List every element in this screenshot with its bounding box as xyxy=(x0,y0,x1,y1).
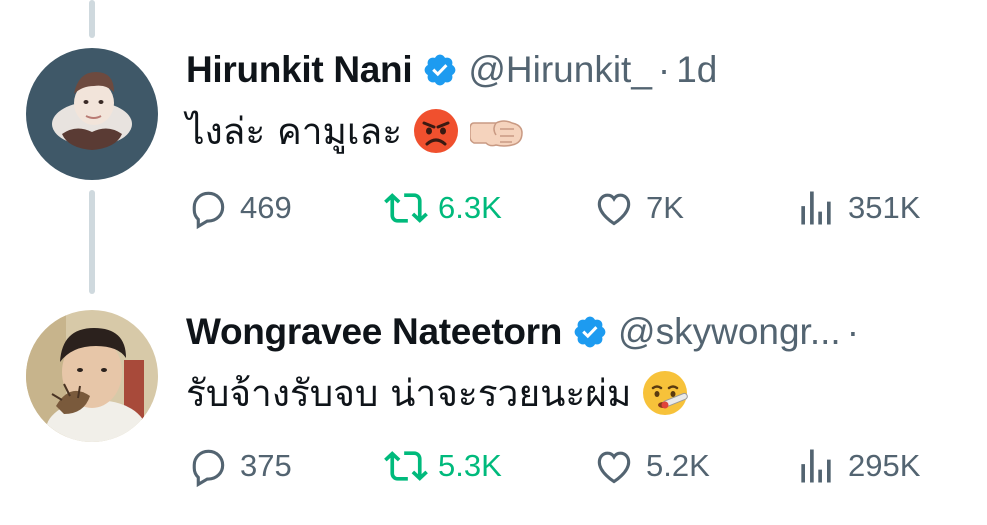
tweet-text-content: รับจ้างรับจบ น่าจะรวยนะผ่ม xyxy=(186,371,632,415)
retweet-count: 5.3K xyxy=(438,448,502,483)
like-count: 5.2K xyxy=(646,448,710,483)
retweet-button[interactable]: 5.3K xyxy=(384,441,502,491)
avatar-image xyxy=(26,310,158,442)
verified-badge-icon xyxy=(574,316,606,348)
tweet-text: รับจ้างรับจบ น่าจะรวยนะผ่ม xyxy=(186,368,691,418)
tweet-actions: 375 5.3K 5.2K 295K xyxy=(186,441,966,491)
retweet-icon xyxy=(384,451,428,481)
separator-dot: · xyxy=(846,311,860,352)
face-with-thermometer-emoji-icon xyxy=(643,371,689,415)
views-count: 295K xyxy=(848,448,921,483)
avatar[interactable] xyxy=(26,310,158,442)
views-button[interactable]: 295K xyxy=(794,441,920,491)
reply-count: 375 xyxy=(240,448,292,483)
user-handle[interactable]: @skywongr... xyxy=(618,311,841,353)
display-name[interactable]: Wongravee Nateetorn xyxy=(186,311,562,353)
reply-icon xyxy=(192,449,225,488)
reply-button[interactable]: 375 xyxy=(186,441,292,491)
like-button[interactable]: 5.2K xyxy=(592,441,710,491)
views-chart-icon xyxy=(801,449,831,483)
tweet[interactable]: Wongravee Nateetorn @skywongr... · รับจ้… xyxy=(0,0,987,525)
tweet-header: Wongravee Nateetorn @skywongr... · xyxy=(186,307,865,357)
heart-icon xyxy=(597,451,631,484)
